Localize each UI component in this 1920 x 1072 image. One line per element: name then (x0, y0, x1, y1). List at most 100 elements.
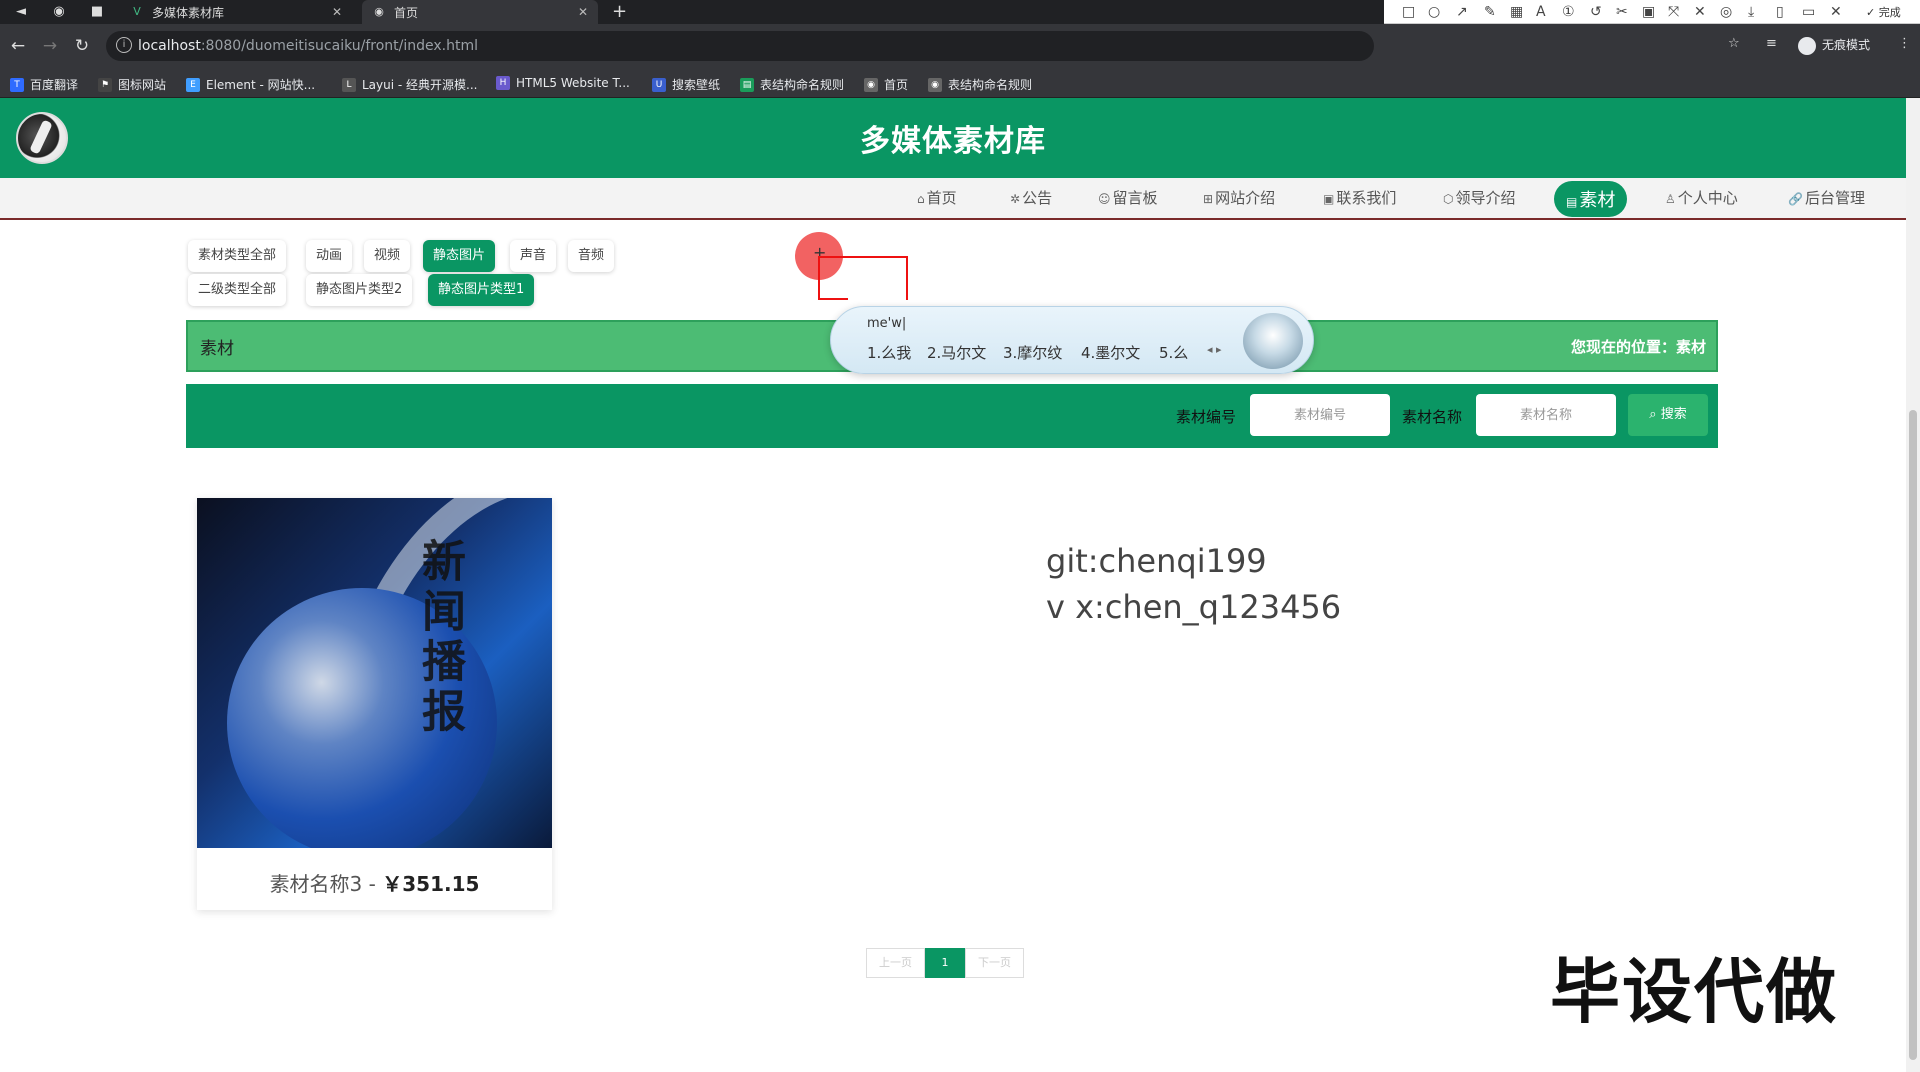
scissors-icon[interactable]: ✂ (1616, 3, 1628, 21)
filter-type-animation[interactable]: 动画 (306, 240, 353, 272)
ime-candidate[interactable]: 3.摩尔纹 (1003, 342, 1062, 363)
bookmark-item[interactable]: E Element - 网站快... (186, 76, 315, 93)
ime-page-arrows-icon[interactable]: ◂ ▸ (1207, 343, 1222, 356)
phone-icon[interactable]: ▯ (1776, 3, 1784, 21)
nav-item-admin[interactable]: 🔗 后台管理 (1788, 187, 1865, 208)
forward-icon[interactable]: → (38, 34, 62, 58)
bookmark-item[interactable]: ◉ 首页 (864, 76, 908, 93)
new-tab-button[interactable]: + (612, 1, 627, 23)
filter-subtype-1[interactable]: 静态图片类型1 (428, 274, 535, 306)
material-thumbnail[interactable]: 新闻播报 (197, 498, 552, 848)
code-label: 素材编号 (1176, 408, 1237, 426)
nav-item-material[interactable]: ▤ 素材 (1554, 181, 1628, 217)
bookmark-icon[interactable]: ▭ (1802, 3, 1815, 21)
sheet-icon: ▤ (740, 77, 754, 92)
nav-item-contact[interactable]: ▣ 联系我们 (1323, 187, 1396, 208)
tab-1[interactable]: ◉ 首页 ✕ (362, 0, 598, 24)
bookmark-item[interactable]: ⚑ 图标网站 (98, 76, 166, 93)
incognito-indicator[interactable]: 无痕模式 (1798, 36, 1870, 55)
pen-tool-icon[interactable]: ✎ (1484, 3, 1496, 21)
bookmark-item[interactable]: ◉ 表结构命名规则 (928, 76, 1032, 93)
ocr-icon[interactable]: ⤧ (1668, 3, 1679, 21)
ime-candidate[interactable]: 2.马尔文 (927, 342, 986, 363)
reload-icon[interactable]: ↻ (70, 34, 94, 58)
close-icon[interactable]: ✕ (578, 5, 588, 19)
rectangle-tool-icon[interactable]: □ (1402, 3, 1415, 21)
nav-item-messages[interactable]: ☺ 留言板 (1098, 187, 1158, 208)
bookmark-label: HTML5 Website T... (516, 76, 630, 90)
bookmark-label: 表结构命名规则 (760, 78, 845, 92)
code-search-input[interactable] (1250, 394, 1390, 436)
nav-label: 公告 (1022, 189, 1053, 207)
prev-page-button[interactable]: 上一页 (866, 948, 925, 978)
filter-type-audio[interactable]: 音频 (568, 240, 615, 272)
incognito-label: 无痕模式 (1822, 38, 1871, 52)
reading-list-icon[interactable]: ≡ (1766, 36, 1777, 51)
close-icon[interactable]: ✕ (332, 5, 342, 19)
filter-subtype-2[interactable]: 静态图片类型2 (306, 274, 413, 306)
nav-item-profile[interactable]: ♙ 个人中心 (1665, 187, 1738, 208)
ime-candidate[interactable]: 1.么我 (867, 342, 911, 363)
contact-git: git:chenqi199 (1046, 542, 1267, 580)
nav-label: 后台管理 (1804, 189, 1865, 207)
page-scrollbar[interactable] (1906, 98, 1920, 1072)
undo-icon[interactable]: ↺ (1590, 3, 1602, 21)
nav-item-notice[interactable]: ✲ 公告 (1010, 187, 1052, 208)
next-page-button[interactable]: 下一页 (965, 948, 1024, 978)
arrow-tool-icon[interactable]: ↗ (1456, 3, 1468, 21)
bookmark-item[interactable]: L Layui - 经典开源模... (342, 76, 477, 93)
filter-type-static-image[interactable]: 静态图片 (423, 240, 496, 272)
translate-icon[interactable]: ▣ (1642, 3, 1655, 21)
window-icon[interactable]: ■ (88, 3, 106, 21)
number-tool-icon[interactable]: ① (1562, 3, 1575, 21)
nav-item-leaders[interactable]: ⬡ 领导介绍 (1443, 187, 1516, 208)
bookmark-item[interactable]: U 搜索壁纸 (652, 76, 720, 93)
nav-item-about[interactable]: ⊞ 网站介绍 (1203, 187, 1275, 208)
text-tool-icon[interactable]: A (1536, 3, 1546, 21)
filter-type-sound[interactable]: 声音 (510, 240, 557, 272)
star-icon[interactable]: ☆ (1728, 36, 1740, 51)
material-name: 素材名称3 (269, 872, 363, 896)
search-button[interactable]: ⌕ 搜索 (1628, 394, 1708, 436)
tab-title: 首页 (394, 5, 419, 20)
scrollbar-thumb[interactable] (1909, 410, 1917, 1060)
filter-type-video[interactable]: 视频 (364, 240, 411, 272)
nav-label: 联系我们 (1336, 189, 1397, 207)
filter-type-all[interactable]: 素材类型全部 (188, 240, 287, 272)
url-text[interactable]: localhost:8080/duomeitisucaiku/front/ind… (138, 38, 478, 54)
ime-candidate[interactable]: 5.么 (1159, 342, 1188, 363)
smile-icon: ☺ (1098, 192, 1111, 206)
ime-candidate[interactable]: 4.墨尔文 (1081, 342, 1140, 363)
html5-icon: H (496, 76, 510, 90)
link-icon: 🔗 (1788, 192, 1803, 206)
done-button[interactable]: ✓ 完成 (1866, 4, 1901, 20)
ellipse-tool-icon[interactable]: ○ (1428, 3, 1440, 21)
info-icon[interactable]: i (116, 37, 132, 53)
back-icon[interactable]: ← (6, 34, 30, 58)
name-search-input[interactable] (1476, 394, 1616, 436)
page-number[interactable]: 1 (925, 948, 965, 978)
flag-icon: ⚑ (98, 77, 112, 92)
globe-icon[interactable]: ◉ (50, 3, 68, 21)
search-icon: ⌕ (1649, 407, 1661, 422)
filter-subtype-all[interactable]: 二级类型全部 (188, 274, 287, 306)
vue-icon: V (133, 5, 141, 18)
tab-0[interactable]: V 多媒体素材库 ✕ (120, 0, 352, 24)
download-icon[interactable]: ⤓ (1748, 3, 1754, 21)
bookmark-item[interactable]: T 百度翻译 (10, 76, 78, 93)
cancel-icon[interactable]: ✕ (1830, 3, 1842, 21)
menu-icon[interactable]: ⋮ (1898, 36, 1911, 51)
material-card[interactable]: 新闻播报 素材名称3 - ￥351.15 (197, 498, 552, 910)
mute-icon[interactable]: ◄ (12, 3, 30, 21)
mosaic-tool-icon[interactable]: ▦ (1510, 3, 1523, 21)
watermark-text: 毕设代做 (1550, 951, 1838, 1033)
record-icon[interactable]: ◎ (1720, 3, 1732, 21)
page-viewport: 多媒体素材库 ⌂ 首页 ✲ 公告 ☺ 留言板 ⊞ 网站介绍 ▣ 联系我们 ⬡ 领导介绍 ▤ 素… (0, 98, 1920, 1072)
address-bar[interactable]: i localhost:8080/duomeitisucaiku/front/i… (106, 31, 1374, 61)
element-icon: E (186, 77, 200, 92)
bookmark-item[interactable]: ▤ 表结构命名规则 (740, 76, 844, 93)
bell-icon: ✲ (1010, 192, 1021, 206)
pin-icon[interactable]: ✕ (1694, 3, 1706, 21)
bookmark-item[interactable]: H HTML5 Website T... (496, 76, 630, 90)
nav-item-home[interactable]: ⌂ 首页 (917, 187, 957, 208)
